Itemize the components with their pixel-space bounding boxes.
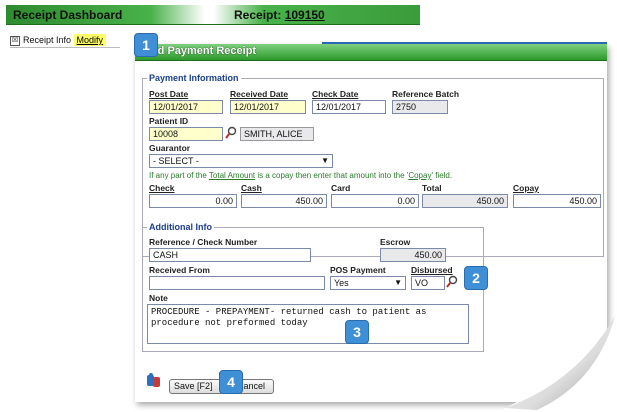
dashboard-header: Receipt Dashboard Receipt: 109150 [6,5,420,25]
guarantor-selected-value: - SELECT - [153,156,199,166]
callout-1: 1 [134,33,158,57]
total-amount-value: 450.00 [422,194,508,208]
guarantor-label: Guarantor [149,143,191,153]
card-amount-label: Card [331,183,351,193]
post-date-label: Post Date [149,89,189,99]
modify-link[interactable]: Modify [73,34,107,46]
page-curl [497,312,617,412]
pos-payment-selected-value: Yes [334,278,349,288]
pos-payment-select[interactable]: Yes ▼ [330,276,406,290]
patient-name: SMITH, ALICE [240,127,314,141]
check-amount-label: Check [149,183,175,193]
patient-id-label: Patient ID [149,116,189,126]
reference-check-number-label: Reference / Check Number [149,237,258,247]
disbursed-label: Disbursed [411,265,453,275]
check-date-input[interactable]: 12/01/2017 [312,100,386,114]
collapse-toggle-icon[interactable]: ☒ [10,35,20,46]
total-amount-link[interactable]: Total Amount [209,171,255,180]
patient-search-icon[interactable] [225,126,237,140]
total-amount-label: Total [422,183,442,193]
patient-id-input[interactable]: 10008 [149,127,223,141]
copay-link[interactable]: Copay [408,171,431,180]
reference-check-number-input[interactable]: CASH [149,248,311,262]
received-from-input[interactable] [149,276,325,290]
receipt-info-label: Receipt Info [23,35,72,45]
note-label: Note [149,293,168,303]
check-amount-input[interactable]: 0.00 [149,194,237,208]
additional-info-legend: Additional Info [149,222,212,232]
disbursed-input[interactable]: VO [411,276,445,290]
cash-amount-input[interactable]: 450.00 [241,194,327,208]
dialog-title: Add Payment Receipt [143,45,257,57]
disbursed-search-icon[interactable] [446,275,458,289]
copay-note: If any part of the Total Amount is a cop… [149,171,453,180]
note-textarea[interactable]: PROCEDURE - PREPAYMENT- returned cash to… [147,304,469,344]
receipt-number[interactable]: 109150 [285,8,325,22]
callout-3: 3 [345,320,369,344]
divider [10,47,120,48]
check-date-label: Check Date [312,89,359,99]
escrow-label: Escrow [380,237,411,247]
callout-2: 2 [464,266,488,290]
received-date-input[interactable]: 12/01/2017 [230,100,306,114]
callout-4: 4 [219,370,243,394]
chevron-down-icon: ▼ [321,156,329,165]
reference-batch-input: 2750 [392,100,448,114]
puzzle-icon[interactable] [146,372,162,388]
pos-payment-label: POS Payment [330,265,386,275]
payment-information-legend: Payment Information [149,73,239,83]
copay-amount-input[interactable]: 450.00 [513,194,601,208]
escrow-value: 450.00 [380,248,446,262]
copay-amount-label: Copay [513,183,539,193]
receipt-number-label: Receipt: 109150 [234,8,325,22]
received-from-label: Received From [149,265,210,275]
card-amount-input[interactable]: 0.00 [331,194,419,208]
post-date-input[interactable]: 12/01/2017 [149,100,223,114]
guarantor-select[interactable]: - SELECT - ▼ [149,154,333,168]
dialog-header: Add Payment Receipt [135,44,607,61]
dashboard-title: Receipt Dashboard [13,8,123,22]
chevron-down-icon: ▼ [394,278,402,287]
reference-batch-label: Reference Batch [392,89,460,99]
add-payment-receipt-dialog: Add Payment Receipt Payment Information … [135,44,617,412]
received-date-label: Received Date [230,89,289,99]
cash-amount-label: Cash [241,183,262,193]
receipt-info-bar: ☒ Receipt Info Modify [10,34,107,46]
